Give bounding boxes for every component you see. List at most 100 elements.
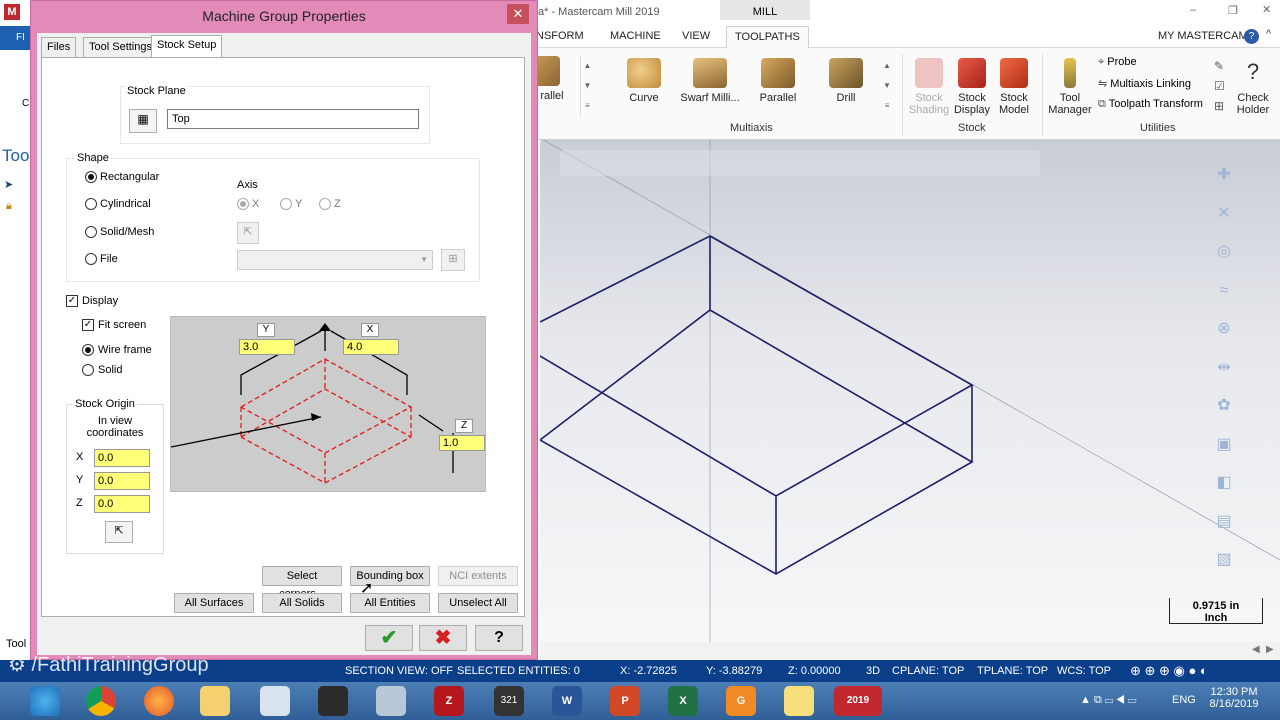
select-arrow-icon[interactable]: ➤ <box>4 178 13 191</box>
probe-button[interactable]: ⌖ Probe <box>1098 56 1137 69</box>
help-icon[interactable]: ? <box>1244 29 1259 44</box>
section-view-status[interactable]: SECTION VIEW: OFF <box>345 665 453 677</box>
lock-icon[interactable]: 🔒︎ <box>6 200 12 213</box>
tab-machine[interactable]: MACHINE <box>610 30 661 42</box>
multiaxis-drill-button[interactable]: Drill <box>822 58 870 104</box>
minimize-icon[interactable]: – <box>1190 4 1196 16</box>
tab-view[interactable]: VIEW <box>682 30 710 42</box>
cplane-status[interactable]: CPLANE: TOP <box>892 665 964 677</box>
unselect-all-button[interactable]: Unselect All <box>438 593 518 613</box>
multiaxis-swarf-button[interactable]: Swarf Milli... <box>676 58 744 104</box>
solid-select-button[interactable]: ⇱ <box>237 222 259 244</box>
firefox-icon[interactable] <box>144 686 174 716</box>
restore-icon[interactable]: ❐ <box>1228 4 1238 17</box>
stock-model-button[interactable]: Stock Model <box>992 58 1036 116</box>
snipping-icon[interactable] <box>376 686 406 716</box>
axis-y-radio[interactable] <box>280 198 292 210</box>
solid-radio[interactable] <box>82 364 94 376</box>
origin-select-button[interactable]: ⇱ <box>105 521 133 543</box>
video-icon[interactable]: 321 <box>494 686 524 716</box>
wcs-status[interactable]: WCS: TOP <box>1057 665 1111 677</box>
cancel-button[interactable]: ✖ <box>419 625 467 651</box>
selected-entities-status[interactable]: SELECTED ENTITIES: 0 <box>457 665 580 677</box>
file-browse-button[interactable]: ⊞ <box>441 249 465 271</box>
viewport-scrollbar[interactable]: ◀ ▶ <box>540 642 1280 660</box>
ribbon-body: rallel ▲ ▼ ≡ Curve Swarf Milli... Parallel… <box>530 48 1280 140</box>
plane-select-button[interactable]: ▦ <box>129 109 157 133</box>
graphics-viewport[interactable]: ✚ ✕ ◎ ≈ ⊗ ⇹ ✿ ▣ ◧ ▤ ▧ 0.9715 in Inch <box>540 140 1280 642</box>
filezilla-icon[interactable]: Z <box>434 686 464 716</box>
dialog-title: Machine Group Properties <box>202 8 366 24</box>
pdf-icon[interactable]: G <box>726 686 756 716</box>
fit-screen-checkbox[interactable]: ✓ <box>82 319 94 331</box>
display-checkbox[interactable]: ✓ <box>66 295 78 307</box>
stock-display-button[interactable]: Stock Display <box>950 58 994 116</box>
dim-z-field[interactable]: 1.0 <box>439 435 485 451</box>
file-dropdown[interactable]: ▼ <box>237 250 433 270</box>
excel-icon[interactable]: X <box>668 686 698 716</box>
media-icon[interactable] <box>318 686 348 716</box>
tool-manager-button[interactable]: Tool Manager <box>1046 58 1094 116</box>
powerpoint-icon[interactable]: P <box>610 686 640 716</box>
axis-x-radio[interactable] <box>237 198 249 210</box>
sticky-notes-icon[interactable] <box>784 686 814 716</box>
my-mastercam-link[interactable]: MY MASTERCAM <box>1158 30 1248 42</box>
multiaxis-linking-button[interactable]: ⇋ Multiaxis Linking <box>1098 77 1191 90</box>
origin-z-field[interactable]: 0.0 <box>94 495 150 513</box>
dim-x-field[interactable]: 4.0 <box>343 339 399 355</box>
dim-y-field[interactable]: 3.0 <box>239 339 295 355</box>
origin-x-field[interactable]: 0.0 <box>94 449 150 467</box>
rectangular-radio[interactable] <box>85 171 97 183</box>
tplane-status[interactable]: TPLANE: TOP <box>977 665 1048 677</box>
multiaxis-gallery-scroll[interactable]: ▲ ▼ ≡ <box>880 56 894 116</box>
explorer-icon[interactable] <box>200 686 230 716</box>
cylindrical-radio[interactable] <box>85 198 97 210</box>
context-tab-mill[interactable]: MILL <box>720 0 810 20</box>
mastercam-taskbar-icon[interactable]: 2019 <box>834 686 882 716</box>
ribbon-parallel-partial[interactable]: rallel <box>534 56 570 102</box>
ok-button[interactable]: ✔ <box>365 625 413 651</box>
clock[interactable]: 12:30 PM 8/16/2019 <box>1208 686 1260 710</box>
file-radio[interactable] <box>85 253 97 265</box>
select-corners-button[interactable]: Select corners... <box>262 566 342 600</box>
toolpaths-tab[interactable]: Tool <box>6 638 26 650</box>
file-tab[interactable]: FI <box>0 26 32 50</box>
solid-mesh-radio[interactable] <box>85 226 97 238</box>
stock-plane-field[interactable]: Top <box>167 109 419 129</box>
tray-icons[interactable]: ▲ ⧉ ▭ ◀ ▭ <box>1080 694 1137 707</box>
multiaxis-parallel-button[interactable]: Parallel <box>752 58 804 104</box>
view-globe-icons[interactable]: ⊕ ⊕ ⊕ ◉ ● ◐ <box>1130 663 1208 679</box>
tab-tool-settings[interactable]: Tool Settings <box>83 37 158 57</box>
chrome-icon[interactable] <box>86 686 116 716</box>
multiaxis-curve-button[interactable]: Curve <box>618 58 670 104</box>
nci-extents-button[interactable]: NCI extents <box>438 566 518 586</box>
word-icon[interactable]: W <box>552 686 582 716</box>
tab-files[interactable]: Files <box>41 37 77 57</box>
language-indicator[interactable]: ENG <box>1172 694 1196 706</box>
tab-toolpaths[interactable]: TOOLPATHS <box>726 26 809 48</box>
rectangular-label: Rectangular <box>100 171 160 183</box>
ie-icon[interactable] <box>30 686 60 716</box>
mode-status[interactable]: 3D <box>866 665 880 677</box>
origin-y-field[interactable]: 0.0 <box>94 472 150 490</box>
view-sheet-toolbar[interactable]: ✚ ✕ ◎ ≈ ⊗ ⇹ ✿ ▣ ◧ ▤ ▧ <box>1208 156 1240 616</box>
toolpath-transform-icon: ⧉ <box>1098 98 1109 110</box>
all-surfaces-button[interactable]: All Surfaces <box>174 593 254 613</box>
all-solids-button[interactable]: All Solids <box>262 593 342 613</box>
help-button[interactable]: ? <box>475 625 523 651</box>
check-holder-button[interactable]: ? Check Holder <box>1230 58 1276 116</box>
calculator-icon[interactable] <box>260 686 290 716</box>
axis-z-radio[interactable] <box>319 198 331 210</box>
watermark: ⚙ /FathiTrainingGroup <box>8 652 209 677</box>
autocursor-toolbar[interactable] <box>560 150 1040 176</box>
wire-frame-radio[interactable] <box>82 344 94 356</box>
ribbon-collapse-icon[interactable]: ^ <box>1266 28 1271 40</box>
tab-transform[interactable]: NSFORM <box>536 30 584 42</box>
close-icon[interactable]: ✕ <box>1262 3 1271 16</box>
scroll-left-icon[interactable]: ◀ <box>1252 644 1260 655</box>
tab-stock-setup[interactable]: Stock Setup <box>151 35 223 58</box>
toolpath-transform-button[interactable]: ⧉ Toolpath Transform <box>1098 98 1203 111</box>
scroll-right-icon[interactable]: ▶ <box>1266 644 1274 655</box>
dialog-close-button[interactable]: ✕ <box>507 4 529 24</box>
gallery-scroll[interactable]: ▲ ▼ ≡ <box>580 56 594 116</box>
